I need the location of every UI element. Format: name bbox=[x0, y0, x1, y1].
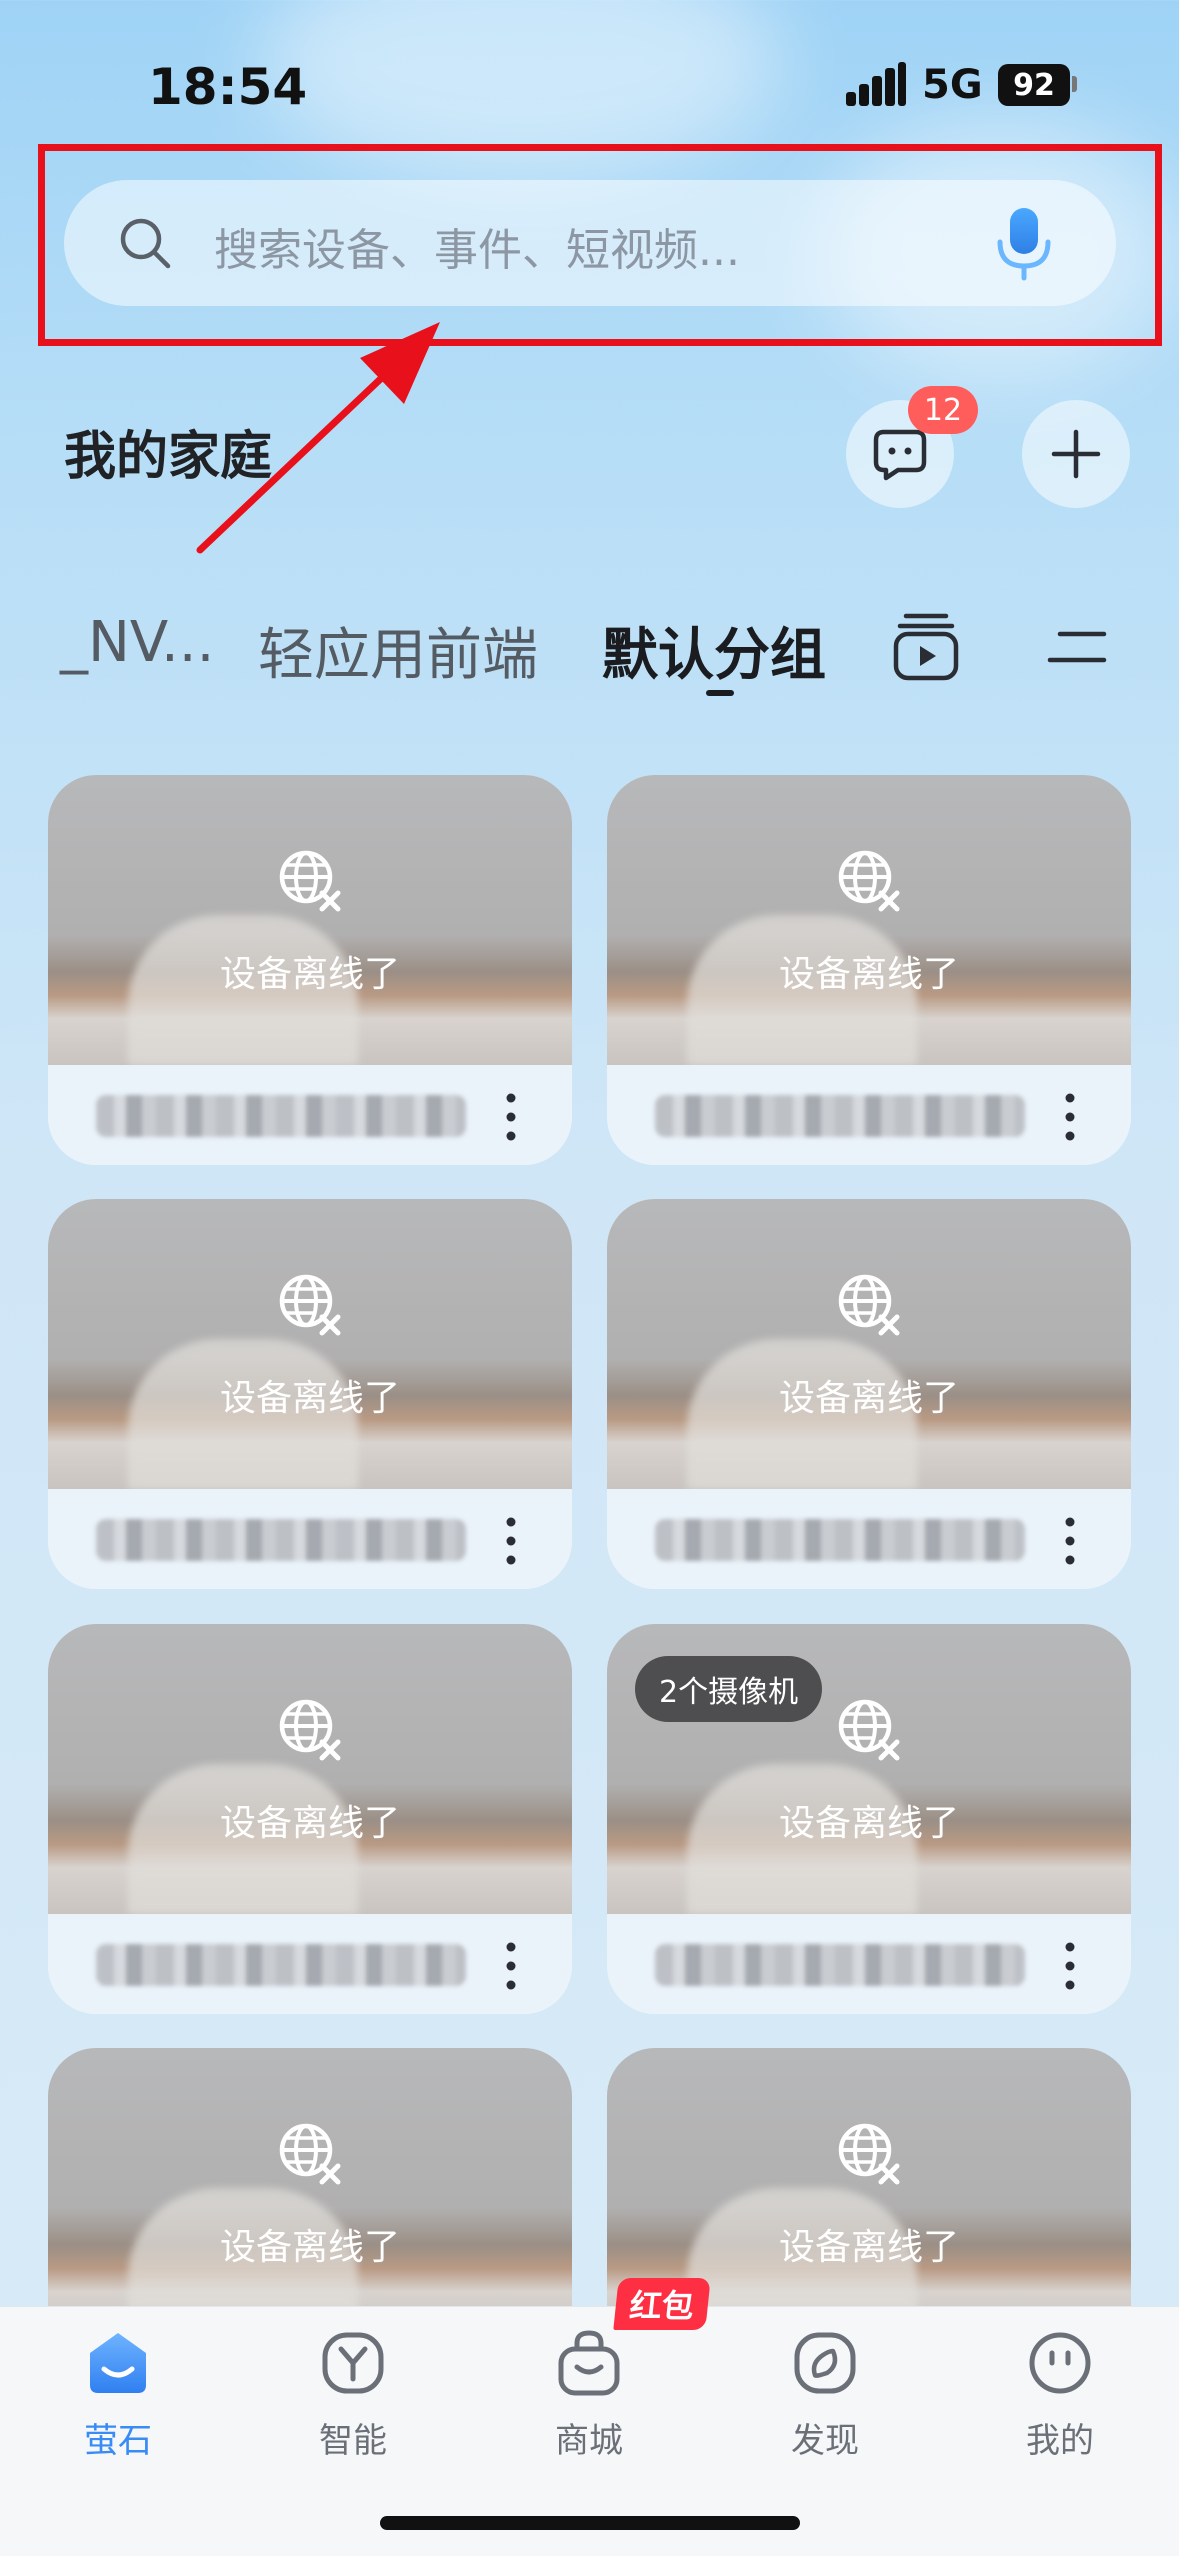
device-status: 设备离线了 bbox=[219, 1378, 400, 1419]
nav-item-home[interactable]: 萤石 bbox=[38, 2327, 198, 2462]
discover-icon bbox=[794, 2332, 856, 2394]
device-thumbnail bbox=[48, 1199, 572, 1489]
device-card[interactable]: 设备离线了 bbox=[48, 1199, 572, 1589]
status-time: 18:54 bbox=[148, 58, 308, 116]
search-input[interactable]: 搜索设备、事件、短视频... bbox=[64, 180, 1116, 306]
device-thumbnail bbox=[48, 775, 572, 1065]
device-footer bbox=[607, 1489, 1131, 1589]
device-status: 设备离线了 bbox=[219, 2227, 400, 2268]
more-options-icon[interactable] bbox=[504, 1515, 518, 1567]
tab-nvr[interactable]: _NV... bbox=[60, 610, 214, 675]
battery-tip bbox=[1072, 76, 1077, 92]
device-card[interactable]: 设备离线了 bbox=[48, 775, 572, 1165]
status-bar: 18:54 5G 92 bbox=[0, 0, 1179, 150]
tab-default-group[interactable]: 默认分组 bbox=[602, 610, 826, 691]
device-footer bbox=[48, 1065, 572, 1165]
home-stone-icon bbox=[90, 2333, 146, 2393]
device-name-redacted bbox=[96, 1944, 466, 1986]
offline-globe-icon bbox=[838, 1699, 900, 1761]
device-status: 设备离线了 bbox=[778, 1803, 959, 1844]
signal-icon bbox=[846, 62, 906, 106]
nav-item-profile[interactable]: 我的 bbox=[980, 2327, 1140, 2462]
tab-light-app-frontend[interactable]: 轻应用前端 bbox=[258, 610, 538, 691]
plus-icon bbox=[1051, 429, 1101, 479]
message-count-badge: 12 bbox=[908, 386, 978, 434]
microphone-icon[interactable] bbox=[994, 206, 1054, 282]
active-tab-indicator bbox=[706, 690, 734, 696]
more-options-icon[interactable] bbox=[504, 1091, 518, 1143]
battery-icon: 92 bbox=[998, 64, 1070, 106]
device-name-redacted bbox=[96, 1095, 466, 1137]
nav-item-smart[interactable]: 智能 bbox=[273, 2327, 433, 2462]
nav-label-home: 萤石 bbox=[84, 2421, 152, 2461]
video-playlist-icon[interactable] bbox=[892, 610, 960, 682]
device-name-redacted bbox=[655, 1095, 1025, 1137]
device-status: 设备离线了 bbox=[778, 1378, 959, 1419]
profile-face-icon bbox=[1029, 2332, 1091, 2394]
device-thumbnail bbox=[48, 2048, 572, 2338]
more-options-icon[interactable] bbox=[1063, 1515, 1077, 1567]
device-footer bbox=[48, 1489, 572, 1589]
search-placeholder: 搜索设备、事件、短视频... bbox=[214, 225, 740, 276]
nav-item-discover[interactable]: 发现 bbox=[745, 2327, 905, 2462]
search-icon bbox=[120, 218, 171, 269]
camera-count-badge: 2个摄像机 bbox=[635, 1656, 823, 1722]
device-status: 设备离线了 bbox=[219, 1803, 400, 1844]
chat-bubble-icon bbox=[873, 429, 927, 481]
nav-label-smart: 智能 bbox=[319, 2421, 387, 2461]
device-status: 设备离线了 bbox=[778, 954, 959, 995]
nav-label-discover: 发现 bbox=[791, 2421, 859, 2461]
device-footer bbox=[607, 1065, 1131, 1165]
device-footer bbox=[48, 1914, 572, 2014]
offline-globe-icon bbox=[279, 850, 341, 912]
device-name-redacted bbox=[655, 1519, 1025, 1561]
device-card[interactable]: 设备离线了 bbox=[607, 1199, 1131, 1589]
device-footer bbox=[607, 1914, 1131, 2014]
nav-label-shop: 商城 bbox=[555, 2421, 623, 2461]
shop-bag-icon bbox=[558, 2330, 620, 2396]
home-indicator bbox=[380, 2516, 800, 2530]
more-options-icon[interactable] bbox=[1063, 1091, 1077, 1143]
nav-item-shop[interactable]: 商城 bbox=[509, 2327, 669, 2462]
device-name-redacted bbox=[96, 1519, 466, 1561]
offline-globe-icon bbox=[838, 2123, 900, 2185]
device-status: 设备离线了 bbox=[219, 954, 400, 995]
offline-globe-icon bbox=[279, 2123, 341, 2185]
device-status: 设备离线了 bbox=[778, 2227, 959, 2268]
menu-lines-icon[interactable] bbox=[1046, 628, 1110, 668]
offline-globe-icon bbox=[838, 850, 900, 912]
home-title: 我的家庭 bbox=[64, 427, 273, 487]
offline-globe-icon bbox=[279, 1699, 341, 1761]
device-thumbnail bbox=[48, 1624, 572, 1914]
more-options-icon[interactable] bbox=[1063, 1940, 1077, 1992]
device-name-redacted bbox=[655, 1944, 1025, 1986]
device-thumbnail bbox=[607, 1199, 1131, 1489]
add-device-button[interactable] bbox=[1022, 400, 1130, 508]
smart-icon bbox=[322, 2332, 384, 2394]
network-type: 5G bbox=[922, 62, 983, 108]
nav-label-profile: 我的 bbox=[1026, 2421, 1094, 2461]
battery-level: 92 bbox=[1013, 67, 1055, 103]
red-packet-tag: 红包 bbox=[613, 2278, 711, 2330]
device-card[interactable]: 设备离线了 bbox=[48, 1624, 572, 2014]
offline-globe-icon bbox=[838, 1274, 900, 1336]
offline-globe-icon bbox=[279, 1274, 341, 1336]
device-card[interactable]: 2个摄像机 设备离线了 bbox=[607, 1624, 1131, 2014]
more-options-icon[interactable] bbox=[504, 1940, 518, 1992]
device-card[interactable]: 设备离线了 bbox=[607, 775, 1131, 1165]
device-thumbnail bbox=[607, 775, 1131, 1065]
